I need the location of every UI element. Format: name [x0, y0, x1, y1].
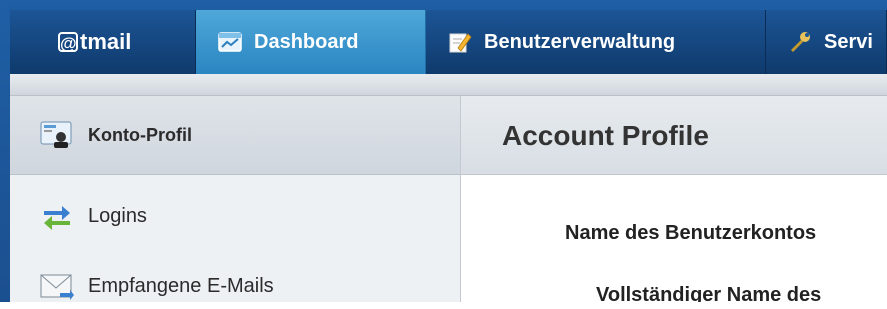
page-title: Account Profile [502, 120, 709, 151]
edit-pencil-icon [449, 33, 472, 53]
atmail-logo[interactable]: @ tmail [10, 10, 196, 74]
tab-user-management-label: Benutzerverwaltung [484, 30, 676, 53]
sidebar-item-received-emails[interactable]: Empfangene E-Mails [10, 266, 460, 306]
tab-user-management[interactable]: Benutzerverwaltung [426, 10, 766, 74]
logo-at-symbol: @ [58, 32, 78, 53]
arrows-swap-icon [44, 206, 70, 230]
logo-text: tmail [80, 29, 132, 54]
sidebar-item-label: Empfangene E-Mails [88, 274, 274, 297]
dashboard-icon [218, 32, 242, 52]
account-name-label: Name des Benutzerkontos [565, 222, 817, 244]
bottom-edge [0, 302, 887, 309]
sidebar-item-label: Logins [88, 204, 147, 227]
nav-divider-strip [10, 74, 887, 96]
envelope-icon [40, 274, 74, 300]
sidebar-item-account-profile[interactable]: Konto-Profil [10, 96, 460, 175]
wrench-icon [791, 32, 810, 52]
tab-dashboard[interactable]: Dashboard [196, 10, 426, 74]
sidebar: Konto-Profil Logins Empfangene E-Mails [10, 96, 461, 309]
sidebar-item-label: Konto-Profil [88, 124, 192, 145]
tab-dashboard-label: Dashboard [254, 30, 359, 53]
main-tabs: @ tmail Dashboard Benutzerverwaltung Ser… [10, 10, 887, 74]
profile-card-icon [40, 121, 72, 148]
tab-services[interactable]: Servi [766, 10, 887, 74]
tab-services-label: Servi [824, 30, 873, 53]
content-header: Account Profile [461, 96, 887, 175]
sidebar-item-logins[interactable]: Logins [10, 196, 460, 236]
left-edge-border [0, 0, 10, 309]
